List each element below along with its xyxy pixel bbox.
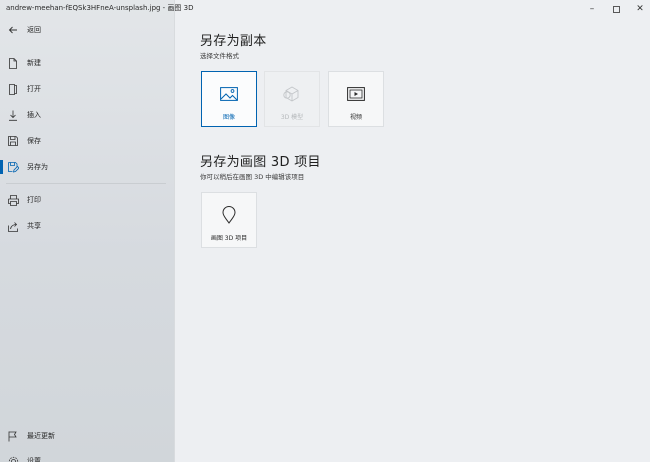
sidebar-item-label: 最近更新 [27, 432, 55, 440]
format-option-video[interactable]: 视频 [328, 71, 384, 127]
sidebar-item-back[interactable]: 返回 [0, 20, 174, 40]
save-as-panel: 另存为副本 选择文件格式 图像 3D 模型 视频 另存为画图 3D 项目 你可以… [175, 0, 650, 462]
sidebar-item-insert[interactable]: 插入 [0, 105, 174, 125]
sidebar-item-recent[interactable]: 最近更新 [0, 426, 174, 446]
minimize-button[interactable]: – [580, 0, 604, 18]
sidebar-item-label: 插入 [27, 111, 41, 119]
sidebar-item-label: 共享 [27, 222, 41, 230]
format-option-label: 视频 [349, 114, 362, 121]
save-as-icon [7, 161, 19, 173]
format-option-image[interactable]: 图像 [201, 71, 257, 127]
sidebar-item-open[interactable]: 打开 [0, 79, 174, 99]
back-arrow-icon [7, 24, 19, 36]
sidebar-item-label: 设置 [27, 457, 41, 462]
sidebar-item-label: 保存 [27, 137, 41, 145]
sidebar-item-save-as[interactable]: 另存为 [0, 157, 174, 177]
paint3d-project-option[interactable]: 画图 3D 项目 [201, 192, 257, 248]
close-button[interactable]: ✕ [628, 0, 650, 18]
sidebar-item-label: 打印 [27, 196, 41, 204]
minimize-icon: – [589, 4, 595, 14]
image-icon [202, 85, 256, 103]
paint3d-window: 返回 新建 打开 插入 保存 另存为 打印 共享 最近更新 设置 andrew-… [0, 0, 650, 462]
insert-icon [7, 109, 19, 121]
share-icon [7, 220, 19, 232]
format-option-label: 3D 模型 [280, 114, 304, 121]
title-bar: andrew-meehan-fEQSk3HFneA-unsplash.jpg -… [0, 0, 650, 18]
sidebar-item-new[interactable]: 新建 [0, 53, 174, 73]
close-icon: ✕ [636, 4, 644, 14]
save-copy-subtitle: 选择文件格式 [200, 52, 239, 60]
sidebar-item-save[interactable]: 保存 [0, 131, 174, 151]
sidebar: 返回 新建 打开 插入 保存 另存为 打印 共享 最近更新 设置 [0, 0, 175, 462]
sidebar-item-label: 打开 [27, 85, 41, 93]
flag-icon [7, 430, 19, 442]
format-option-3d-model: 3D 模型 [264, 71, 320, 127]
settings-icon [7, 455, 19, 462]
save-project-subtitle: 你可以稍后在画图 3D 中编辑该项目 [200, 173, 305, 181]
save-copy-title: 另存为副本 [200, 34, 267, 49]
sidebar-item-print[interactable]: 打印 [0, 190, 174, 210]
save-project-title: 另存为画图 3D 项目 [200, 155, 321, 170]
paint3d-project-icon [202, 206, 256, 224]
sidebar-item-share[interactable]: 共享 [0, 216, 174, 236]
open-file-icon [7, 83, 19, 95]
maximize-button[interactable] [604, 0, 628, 18]
window-title: andrew-meehan-fEQSk3HFneA-unsplash.jpg -… [6, 4, 194, 12]
sidebar-item-settings[interactable]: 设置 [0, 451, 174, 462]
save-icon [7, 135, 19, 147]
new-file-icon [7, 57, 19, 69]
video-icon [329, 85, 383, 103]
paint3d-project-label: 画图 3D 项目 [210, 235, 248, 242]
format-option-label: 图像 [222, 114, 235, 121]
maximize-icon [612, 5, 620, 13]
3d-model-icon [265, 85, 319, 103]
sidebar-item-label: 返回 [27, 26, 41, 34]
print-icon [7, 194, 19, 206]
sidebar-item-label: 新建 [27, 59, 41, 67]
sidebar-item-label: 另存为 [27, 163, 48, 171]
sidebar-divider [6, 183, 166, 184]
active-indicator [0, 160, 3, 174]
